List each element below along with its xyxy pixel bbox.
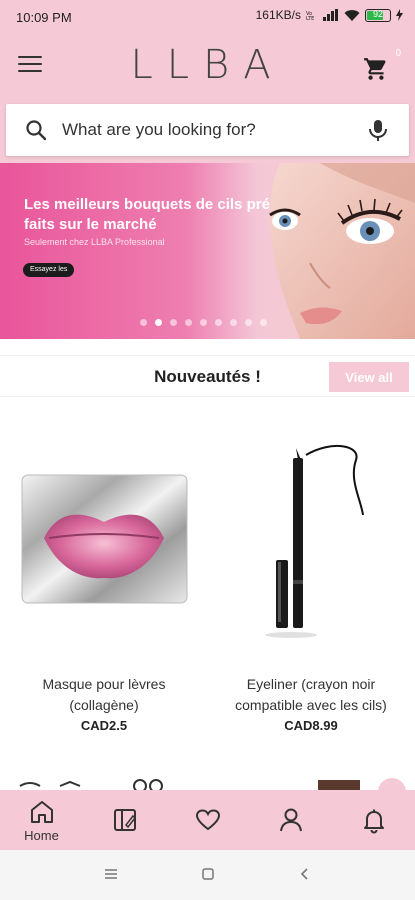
nav-catalog[interactable] [83, 790, 166, 850]
banner-pagination [140, 319, 267, 326]
lip-mask-image [21, 474, 188, 604]
app-header: LLBA 0 [0, 34, 415, 100]
product-card[interactable]: Eyeliner (crayon noir compatible avec le… [211, 430, 411, 750]
system-navigation-bar [0, 850, 415, 900]
pagination-dot[interactable] [155, 319, 162, 326]
bell-icon [363, 809, 384, 834]
view-all-button[interactable]: View all [329, 362, 409, 392]
bottom-navigation: Home [0, 790, 415, 850]
banner-cta-button[interactable]: Essayez les [23, 263, 75, 277]
promo-banner[interactable]: Les meilleurs bouquets de cils pré faits… [0, 163, 415, 339]
pagination-dot[interactable] [230, 319, 237, 326]
battery-icon: 92 [365, 8, 391, 22]
banner-model-image [269, 163, 415, 339]
charging-icon [396, 9, 403, 21]
top-bar: 10:09 PM 161KB/s Vo LTE 92 LLBA 0 [0, 0, 415, 172]
status-time: 10:09 PM [16, 10, 72, 25]
microphone-icon[interactable] [367, 118, 389, 142]
banner-headline: Les meilleurs bouquets de cils pré faits… [24, 196, 270, 233]
status-indicators: 161KB/s Vo LTE 92 [256, 8, 403, 22]
product-price: CAD8.99 [284, 718, 338, 733]
volte-icon: VoLTE [306, 11, 314, 21]
nav-home[interactable]: Home [0, 790, 83, 850]
user-icon [279, 808, 302, 832]
nav-home-label: Home [24, 827, 59, 843]
home-system-icon[interactable] [201, 867, 215, 881]
product-price: CAD2.5 [80, 718, 128, 733]
pagination-dot[interactable] [140, 319, 147, 326]
pagination-dot[interactable] [185, 319, 192, 326]
pagination-dot[interactable] [200, 319, 207, 326]
cart-count-badge: 0 [395, 48, 401, 59]
brand-logo: LLBA [130, 42, 285, 88]
cart-button[interactable]: 0 [363, 48, 401, 82]
nav-favorites[interactable] [166, 790, 249, 850]
search-input[interactable] [62, 116, 362, 144]
nav-account[interactable] [249, 790, 332, 850]
new-arrivals-header: Nouveautés ! View all [0, 355, 415, 397]
eyeliner-image [265, 444, 364, 638]
catalog-icon [113, 809, 136, 831]
signal-icon [323, 9, 338, 21]
network-speed: 161KB/s [255, 8, 301, 22]
cart-icon [364, 58, 386, 80]
home-icon [30, 800, 53, 823]
product-name: Masque pour lèvres (collagène) [42, 676, 166, 713]
product-card[interactable]: Masque pour lèvres (collagène) CAD2.5 [4, 430, 204, 750]
svg-text:LTE: LTE [306, 16, 314, 21]
recent-apps-icon[interactable] [104, 867, 118, 881]
heart-icon [195, 809, 220, 831]
nav-notifications[interactable] [332, 790, 415, 850]
search-bar[interactable] [6, 104, 409, 156]
banner-subtitle: Seulement chez LLBA Professional [24, 237, 165, 247]
product-name: Eyeliner (crayon noir compatible avec le… [235, 676, 387, 713]
pagination-dot[interactable] [245, 319, 252, 326]
pagination-dot[interactable] [215, 319, 222, 326]
wifi-icon [344, 10, 360, 21]
pagination-dot[interactable] [170, 319, 177, 326]
status-bar: 10:09 PM 161KB/s Vo LTE 92 [0, 0, 415, 34]
pagination-dot[interactable] [260, 319, 267, 326]
app-screen: 10:09 PM 161KB/s Vo LTE 92 LLBA 0 What a… [0, 0, 415, 900]
search-icon [26, 120, 47, 141]
next-row-preview [19, 778, 406, 792]
back-icon[interactable] [298, 867, 312, 881]
